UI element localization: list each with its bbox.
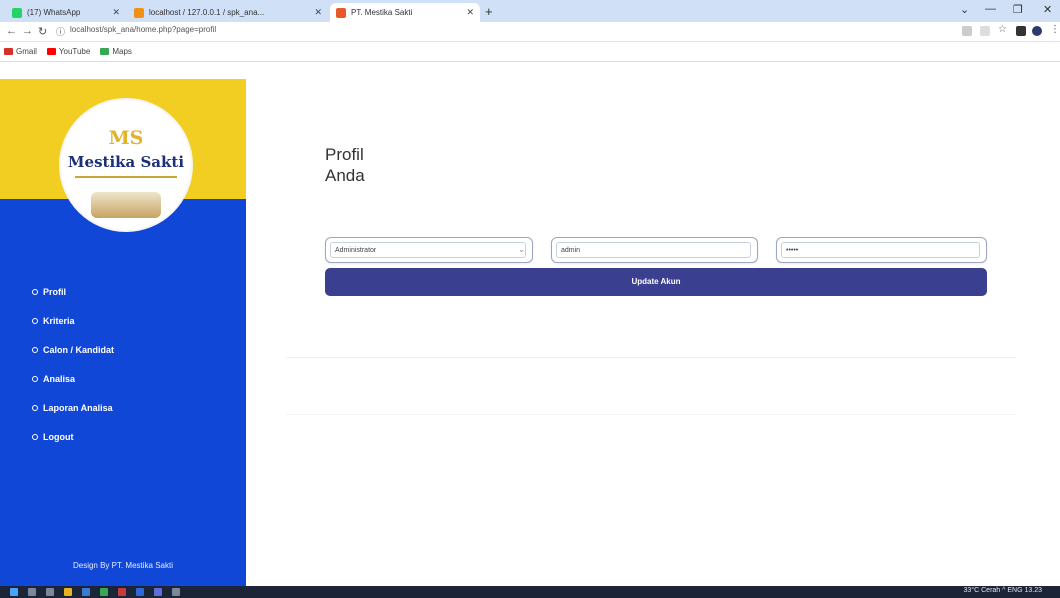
password-value: ••••• [781, 242, 980, 258]
bookmark-maps[interactable]: Maps [100, 47, 132, 56]
logo-name: Mestika Sakti [67, 153, 185, 171]
phpmyadmin-icon [134, 7, 144, 18]
sidebar-item-kriteria[interactable]: Kriteria [32, 306, 114, 335]
chevron-down-icon[interactable]: ⌄ [960, 3, 969, 16]
sidebar-item-laporan[interactable]: Laporan Analisa [32, 393, 114, 422]
app-icon[interactable] [136, 588, 144, 596]
os-taskbar: 33°C Cerah ^ ENG 13.23 [0, 586, 1060, 598]
gmail-icon [4, 48, 13, 55]
extension-icon[interactable] [1016, 26, 1026, 36]
circle-icon [32, 375, 38, 382]
sidebar-item-label: Logout [43, 431, 74, 442]
search-icon[interactable] [28, 588, 36, 596]
bookmark-label: Gmail [16, 47, 37, 56]
update-account-button[interactable]: Update Akun [325, 268, 987, 296]
profile-avatar-icon[interactable] [1032, 26, 1042, 36]
logo-divider [75, 176, 177, 180]
close-icon[interactable]: ✕ [112, 7, 120, 18]
circle-icon [32, 433, 38, 440]
back-icon[interactable]: ← [6, 25, 17, 37]
task-view-icon[interactable] [46, 588, 54, 596]
close-window-icon[interactable]: ✕ [1043, 3, 1052, 16]
circle-icon [32, 404, 38, 411]
tab-whatsapp[interactable]: (17) WhatsApp ✕ [6, 3, 126, 22]
circle-icon [32, 346, 38, 353]
share-icon[interactable] [980, 26, 990, 36]
circle-icon [32, 288, 38, 295]
whatsapp-icon [12, 7, 22, 18]
bookmark-label: YouTube [58, 47, 91, 56]
bookmark-youtube[interactable]: YouTube [46, 47, 91, 56]
tab-label: PT. Mestika Sakti [351, 8, 413, 17]
username-field[interactable]: admin [551, 237, 758, 263]
sidebar-item-calon[interactable]: Calon / Kandidat [32, 335, 114, 364]
tab-phpmyadmin[interactable]: localhost / 127.0.0.1 / spk_ana... ✕ [128, 3, 328, 22]
role-select-value: Administrator [330, 242, 526, 258]
new-tab-icon[interactable]: + [485, 4, 493, 19]
footer-credit: Design By PT. Mestika Sakti [72, 561, 174, 570]
page-title: Profil Anda [325, 144, 365, 186]
star-icon[interactable]: ☆ [998, 24, 1008, 35]
file-explorer-icon[interactable] [64, 588, 72, 596]
sidebar: MS Mestika Sakti Profil Kriteria Calon /… [0, 79, 246, 586]
tab-mestika[interactable]: PT. Mestika Sakti ✕ [330, 3, 480, 22]
app-icon[interactable] [154, 588, 162, 596]
menu-kebab-icon[interactable]: ⋮ [1050, 24, 1060, 35]
tab-label: (17) WhatsApp [27, 8, 81, 17]
app-icon[interactable] [118, 588, 126, 596]
bookmark-gmail[interactable]: Gmail [4, 47, 37, 56]
forward-icon[interactable]: → [22, 25, 33, 37]
role-select[interactable]: Administrator ⌄ [325, 237, 533, 263]
close-icon[interactable]: ✕ [314, 7, 322, 18]
sidebar-item-analisa[interactable]: Analisa [32, 364, 114, 393]
bookmarks-bar: Gmail YouTube Maps [0, 42, 1060, 62]
bookmark-label: Maps [112, 47, 132, 56]
edge-icon[interactable] [82, 588, 90, 596]
divider [286, 414, 1016, 415]
maximize-icon[interactable]: ❐ [1013, 3, 1023, 16]
logo-image [91, 192, 161, 218]
chevron-down-icon: ⌄ [518, 245, 525, 254]
username-value: admin [556, 242, 751, 258]
reload-icon[interactable]: ↻ [38, 25, 47, 38]
divider [286, 357, 1016, 358]
main-content: Profil Anda Administrator ⌄ admin ••••• … [246, 79, 1060, 586]
password-field[interactable]: ••••• [776, 237, 987, 263]
app-icon[interactable] [172, 588, 180, 596]
sidebar-item-label: Analisa [43, 373, 76, 384]
logo-initials: MS [108, 127, 144, 149]
close-icon[interactable]: ✕ [466, 7, 474, 18]
tab-label: localhost / 127.0.0.1 / spk_ana... [149, 8, 265, 17]
system-tray[interactable]: 33°C Cerah ^ ENG 13.23 [964, 587, 1042, 594]
circle-icon [32, 317, 38, 324]
windows-start-icon[interactable] [10, 588, 18, 596]
sidebar-item-label: Laporan Analisa [43, 402, 113, 413]
company-logo: MS Mestika Sakti [61, 100, 191, 230]
browser-tabbar: (17) WhatsApp ✕ localhost / 127.0.0.1 / … [0, 0, 1060, 22]
minimize-icon[interactable]: — [985, 3, 996, 15]
chrome-icon[interactable] [100, 588, 108, 596]
address-bar: ← → ↻ ⓘ localhost/spk_ana/home.php?page=… [0, 22, 1060, 42]
sidebar-item-label: Kriteria [43, 315, 75, 326]
youtube-icon [46, 48, 56, 55]
page-title-line1: Profil [325, 145, 364, 164]
key-icon[interactable] [962, 26, 972, 36]
info-icon[interactable]: ⓘ [56, 25, 65, 38]
maps-icon [100, 48, 110, 55]
url-field[interactable]: localhost/spk_ana/home.php?page=profil [70, 25, 216, 34]
sidebar-item-label: Calon / Kandidat [43, 344, 115, 355]
sidebar-item-label: Profil [43, 286, 67, 297]
site-favicon-icon [336, 7, 346, 18]
sidebar-item-logout[interactable]: Logout [32, 422, 114, 451]
sidebar-menu: Profil Kriteria Calon / Kandidat Analisa… [32, 277, 114, 451]
page-title-line2: Anda [325, 166, 365, 185]
sidebar-item-profil[interactable]: Profil [32, 277, 114, 306]
